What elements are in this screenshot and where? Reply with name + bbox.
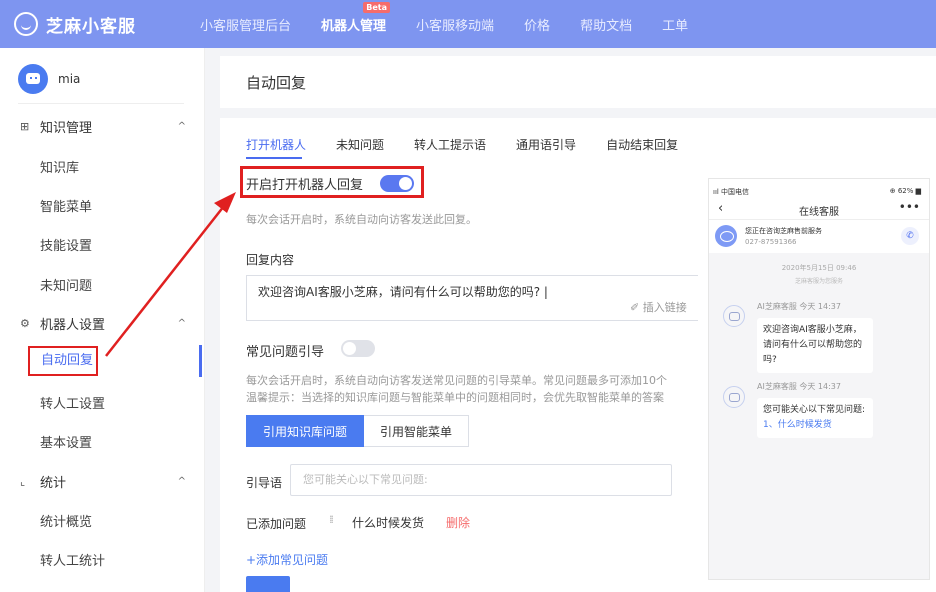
tab-general-guide[interactable]: 通用语引导 [516,136,576,153]
group-label: 知识管理 [40,121,93,136]
phone-title: 在线客服 [799,207,839,218]
chevron-up-icon: ^ [177,476,186,487]
tab-unknown[interactable]: 未知问题 [336,136,384,153]
bot-name: AI芝麻客服 今天 14:37 [757,302,841,311]
logo-text: 芝麻小客服 [46,16,136,37]
sidebar-group-stats[interactable]: ⌞ 统计 ^ [20,472,186,491]
robot-avatar-icon [18,64,48,94]
phone-header: ‹ 在线客服 ••• [709,199,929,219]
sidebar-item-unknown[interactable]: 未知问题 [40,275,92,294]
bubble-text: 您可能关心以下常见问题: [763,405,866,415]
chat-date: 2020年5月15日 09:46 [781,264,857,272]
chevron-up-icon: ^ [177,121,186,132]
tab-transfer-prompt[interactable]: 转人工提示语 [414,136,486,153]
tab-open-robot[interactable]: 打开机器人 [246,136,306,153]
header-card [220,56,936,108]
drag-handle-icon[interactable]: ⁞⁞ [329,513,334,526]
phone-preview: ııl 中国电信 ⊕ 62% ▆ ‹ 在线客服 ••• 您正在咨询芝麻售前服务 … [708,178,930,580]
divider [18,103,184,104]
robot-reply-toggle[interactable] [380,175,414,192]
service-bar: 您正在咨询芝麻售前服务 027-87591366 ✆ [709,219,929,253]
toggle-hint: 每次会话开启时，系统自动向访客发送此回复。 [246,213,477,226]
add-faq-button[interactable]: +添加常见问题 [246,551,328,568]
top-navbar: 芝麻小客服 小客服管理后台 机器人管理 Beta 小客服移动端 价格 帮助文档 … [0,0,936,48]
logo[interactable]: 芝麻小客服 [14,9,136,39]
gear-icon: ⚙ [20,317,30,330]
more-icon: ••• [898,200,920,214]
bot-avatar-icon [723,305,745,327]
sidebar-item-basic-settings[interactable]: 基本设置 [40,432,92,451]
sidebar-item-transfer-settings[interactable]: 转人工设置 [40,393,105,412]
sidebar-item-transfer-stats[interactable]: 转人工统计 [40,550,105,569]
nav-admin[interactable]: 小客服管理后台 [200,15,291,34]
logo-smile-icon [14,12,38,36]
tab-underline [246,157,302,159]
reply-content-label: 回复内容 [246,253,295,267]
source-button-group: 引用知识库问题 引用智能菜单 [246,415,470,447]
bot-name: AI芝麻客服 今天 14:37 [757,382,841,391]
sidebar-item-skills[interactable]: 技能设置 [40,235,92,254]
sidebar-item-stats-overview[interactable]: 统计概览 [40,511,92,530]
added-questions-label: 已添加问题 [246,517,307,531]
sidebar-item-smart-menu[interactable]: 智能菜单 [40,196,92,215]
user-name: mia [58,72,81,86]
battery-text: ⊕ 62% ▆ [889,187,921,195]
line-chart-icon: ⌞ [20,475,26,488]
sidebar-group-robot-settings[interactable]: ⚙ 机器人设置 ^ [20,314,186,333]
nav-mobile[interactable]: 小客服移动端 [416,15,494,34]
save-button[interactable] [246,576,290,592]
added-question: 什么时候发货 [352,516,425,530]
carrier-text: ııl 中国电信 [713,188,750,196]
smart-menu-button[interactable]: 引用智能菜单 [364,415,470,447]
faq-guide-label: 常见问题引导 [246,345,325,360]
active-indicator [199,345,202,377]
sidebar-item-knowledge-base[interactable]: 知识库 [40,157,79,176]
faq-link: 1、什么时候发货 [763,420,832,430]
page-title: 自动回复 [246,74,307,92]
phone-call-icon: ✆ [901,227,919,245]
group-label: 机器人设置 [40,318,106,333]
phone-status-bar: ııl 中国电信 ⊕ 62% ▆ [709,179,929,199]
tab-bar: 打开机器人 未知问题 转人工提示语 通用语引导 自动结束回复 [246,136,708,153]
sidebar-group-knowledge[interactable]: ⊞ 知识管理 ^ [20,117,186,136]
user-profile[interactable]: mia [18,64,80,94]
faq-tip: 温馨提示：当选择的知识库问题与智能菜单中的问题相同时，会优先取智能菜单的答案 [246,391,664,404]
service-title: 您正在咨询芝麻售前服务 [745,227,822,235]
grid-icon: ⊞ [20,120,30,133]
guide-label: 引导语 [246,476,283,490]
chat-bubble: 您可能关心以下常见问题: 1、什么时候发货 [757,398,873,438]
reply-text: 欢迎咨询AI客服小芝麻，请问有什么可以帮助您的吗? | [258,285,548,299]
chevron-up-icon: ^ [177,318,186,329]
nav-help-docs[interactable]: 帮助文档 [580,15,632,34]
service-avatar-icon [715,225,737,247]
chat-note: 芝麻客服为您服务 [794,278,843,285]
beta-badge: Beta [363,1,391,13]
main-nav: 小客服管理后台 机器人管理 Beta 小客服移动端 价格 帮助文档 工单 [200,0,718,48]
tab-auto-end[interactable]: 自动结束回复 [606,136,678,153]
nav-robot-label: 机器人管理 [321,18,387,34]
nav-robot-management[interactable]: 机器人管理 Beta [321,1,391,34]
faq-guide-toggle[interactable] [341,340,375,357]
knowledge-base-button[interactable]: 引用知识库问题 [246,415,365,447]
bot-avatar-icon [723,386,745,408]
delete-button[interactable]: 删除 [446,514,470,531]
nav-ticket[interactable]: 工单 [662,15,688,34]
nav-price[interactable]: 价格 [524,15,550,34]
faq-hint: 每次会话开启时，系统自动向访客发送常见问题的引导菜单。常见问题最多可添加10个 [246,374,667,387]
insert-link-button[interactable]: ✐ 插入链接 [630,299,687,315]
guide-input[interactable]: 您可能关心以下常见问题: [290,464,672,496]
group-label: 统计 [40,476,67,491]
sidebar-item-auto-reply[interactable]: 自动回复 [28,346,98,376]
service-phone: 027-87591366 [745,238,797,246]
toggle-label: 开启打开机器人回复 [246,178,364,193]
chat-bubble: 欢迎咨询AI客服小芝麻，请问有什么可以帮助您的吗? [757,318,873,373]
